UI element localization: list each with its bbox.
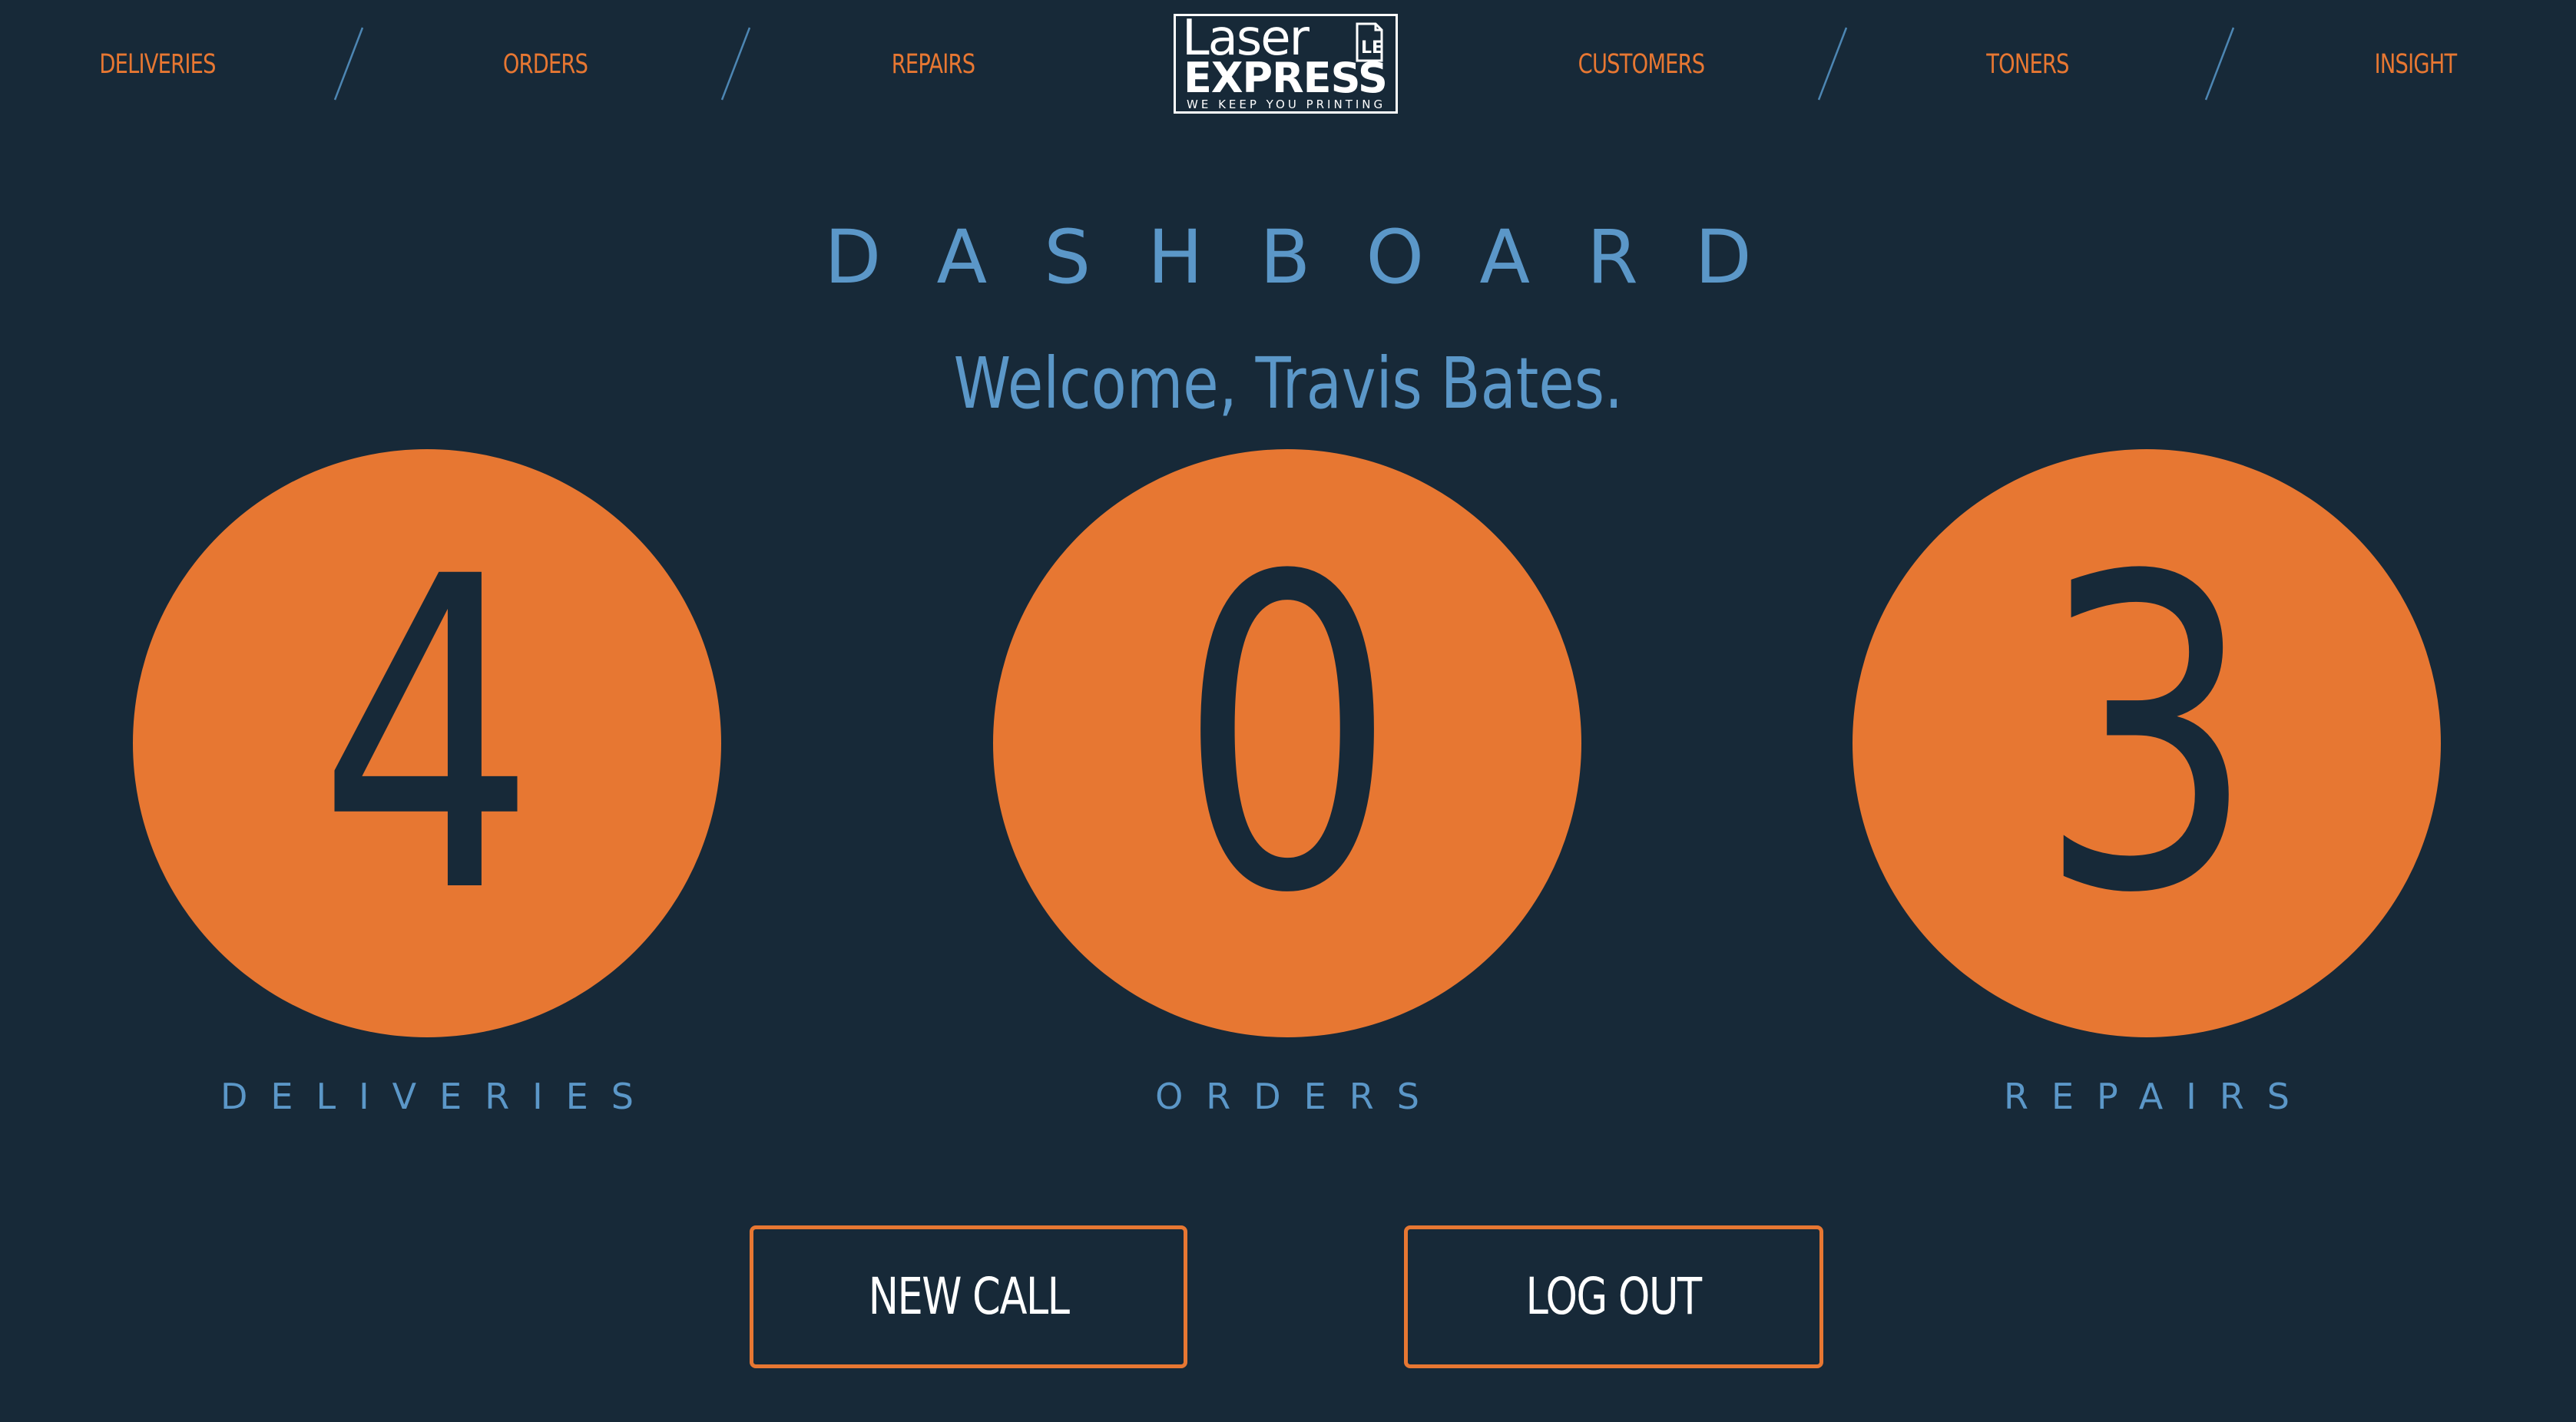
nav-deliveries[interactable]: DELIVERIES	[94, 45, 220, 84]
welcome-message: Welcome, Travis Bates.	[0, 342, 2576, 426]
new-call-button[interactable]: NEW CALL	[750, 1225, 1187, 1368]
deliveries-count-circle[interactable]: 4	[133, 449, 721, 1037]
nav-separator	[2204, 27, 2235, 101]
nav-insight[interactable]: INSIGHT	[2353, 45, 2478, 84]
nav-toners[interactable]: TONERS	[1968, 45, 2088, 84]
repairs-count-value: 3	[2037, 487, 2256, 987]
nav-repairs[interactable]: REPAIRS	[870, 45, 996, 84]
nav-separator	[1817, 27, 1848, 101]
dashboard-page: DELIVERIES ORDERS REPAIRS CUSTOMERS TONE…	[0, 0, 2576, 1422]
nav-separator	[333, 27, 364, 101]
deliveries-count: 4	[133, 449, 721, 1037]
logo-brand: EXPRESS	[1184, 54, 1388, 102]
repairs-label: REPAIRS	[2003, 1076, 2313, 1117]
orders-count: 0	[993, 449, 1581, 1037]
log-out-button[interactable]: LOG OUT	[1404, 1225, 1823, 1368]
nav-orders[interactable]: ORDERS	[485, 45, 605, 84]
logo-tagline: WE KEEP YOU PRINTING	[1187, 98, 1386, 111]
welcome-text: Welcome, Travis Bates.	[953, 342, 1623, 425]
nav-separator	[720, 27, 751, 101]
log-out-label: LOG OUT	[1525, 1267, 1703, 1326]
deliveries-count-value: 4	[317, 487, 537, 987]
repairs-count: 3	[1853, 449, 2441, 1037]
orders-count-value: 0	[1177, 487, 1397, 987]
orders-count-circle[interactable]: 0	[993, 449, 1581, 1037]
page-title: DASHBOARD	[824, 214, 1809, 300]
laser-express-logo[interactable]: Laser LE EXPRESS WE KEEP YOU PRINTING	[1174, 12, 1398, 114]
new-call-label: NEW CALL	[868, 1267, 1070, 1326]
orders-label: ORDERS	[1155, 1076, 1442, 1117]
repairs-count-circle[interactable]: 3	[1853, 449, 2441, 1037]
deliveries-label: DELIVERIES	[220, 1076, 657, 1117]
nav-customers[interactable]: CUSTOMERS	[1567, 45, 1717, 84]
